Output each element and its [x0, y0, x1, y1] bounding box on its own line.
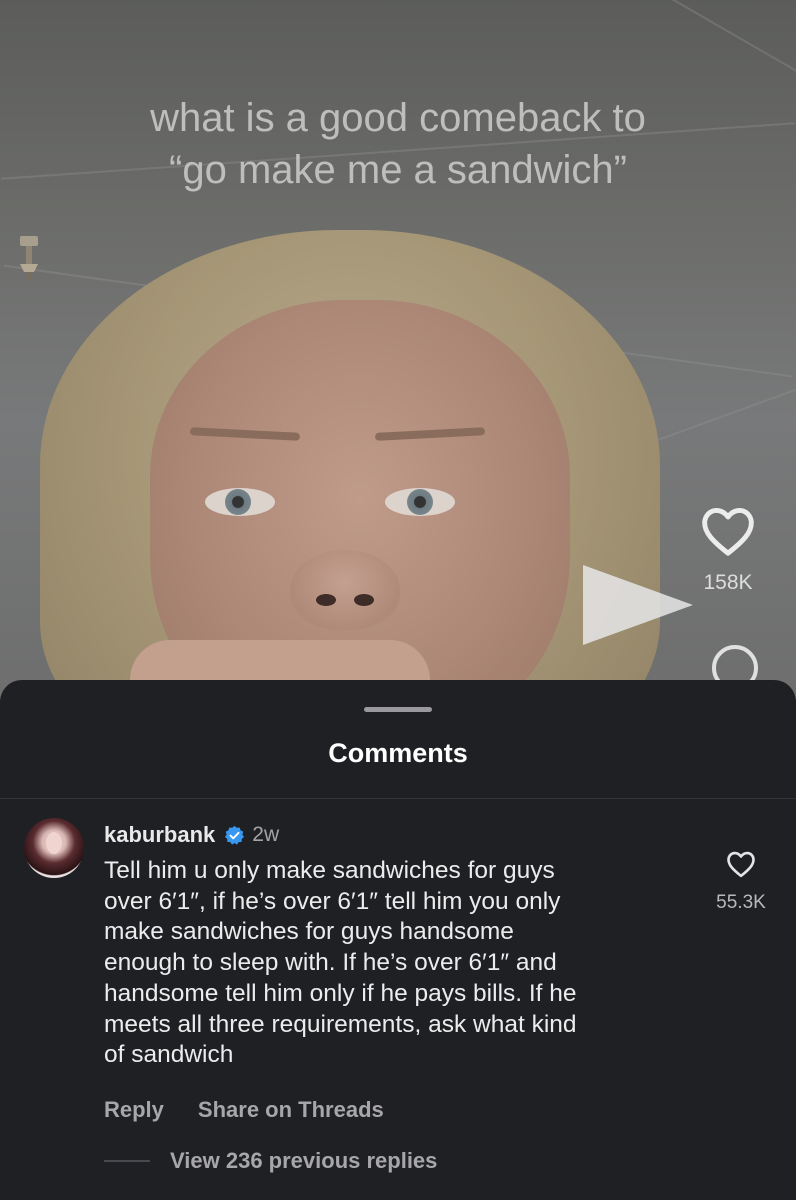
- video-side-actions: 158K: [688, 505, 768, 595]
- video-player[interactable]: what is a good comeback to “go make me a…: [0, 0, 796, 700]
- comment-text: Tell him u only make sandwiches for guys…: [104, 857, 577, 1069]
- comment-item: kaburbank 2w Tell him u only make sandwi…: [104, 820, 684, 1123]
- view-replies-button[interactable]: View 236 previous replies: [170, 1148, 437, 1174]
- comment-like[interactable]: 55.3K: [696, 850, 786, 914]
- video-caption: what is a good comeback to “go make me a…: [0, 92, 796, 196]
- share-on-threads-button[interactable]: Share on Threads: [198, 1097, 384, 1123]
- divider: [0, 798, 796, 799]
- right-iris: [407, 489, 433, 515]
- comments-title: Comments: [328, 738, 468, 768]
- left-eye: [205, 488, 275, 516]
- video-like-count: 158K: [703, 571, 753, 594]
- comment-like-count: 55.3K: [716, 892, 766, 913]
- comment-actions: Reply Share on Threads: [104, 1097, 684, 1123]
- comment-time: 2w: [252, 823, 280, 846]
- verified-badge-icon: [225, 825, 245, 845]
- left-iris: [225, 489, 251, 515]
- heart-icon[interactable]: [700, 505, 756, 557]
- replies-line: [104, 1160, 150, 1162]
- nostril: [316, 594, 336, 606]
- sheet-drag-handle[interactable]: [364, 707, 432, 712]
- nostril: [354, 594, 374, 606]
- reply-button[interactable]: Reply: [104, 1097, 164, 1123]
- view-replies[interactable]: View 236 previous replies: [104, 1148, 437, 1174]
- comments-sheet: Comments kaburbank 2w Tell him u only ma…: [0, 680, 796, 1200]
- comment-username[interactable]: kaburbank: [104, 822, 215, 848]
- avatar-face: [46, 832, 62, 854]
- avatar[interactable]: [24, 818, 84, 878]
- caption-line-2: “go make me a sandwich”: [169, 148, 627, 192]
- comment-header: kaburbank 2w: [104, 820, 684, 850]
- person-nose: [290, 550, 400, 630]
- heart-icon[interactable]: [726, 850, 756, 878]
- white-shape: [583, 565, 693, 645]
- caption-line-1: what is a good comeback to: [150, 96, 646, 140]
- right-eye: [385, 488, 455, 516]
- ceiling-sprinkler-icon: [20, 236, 38, 280]
